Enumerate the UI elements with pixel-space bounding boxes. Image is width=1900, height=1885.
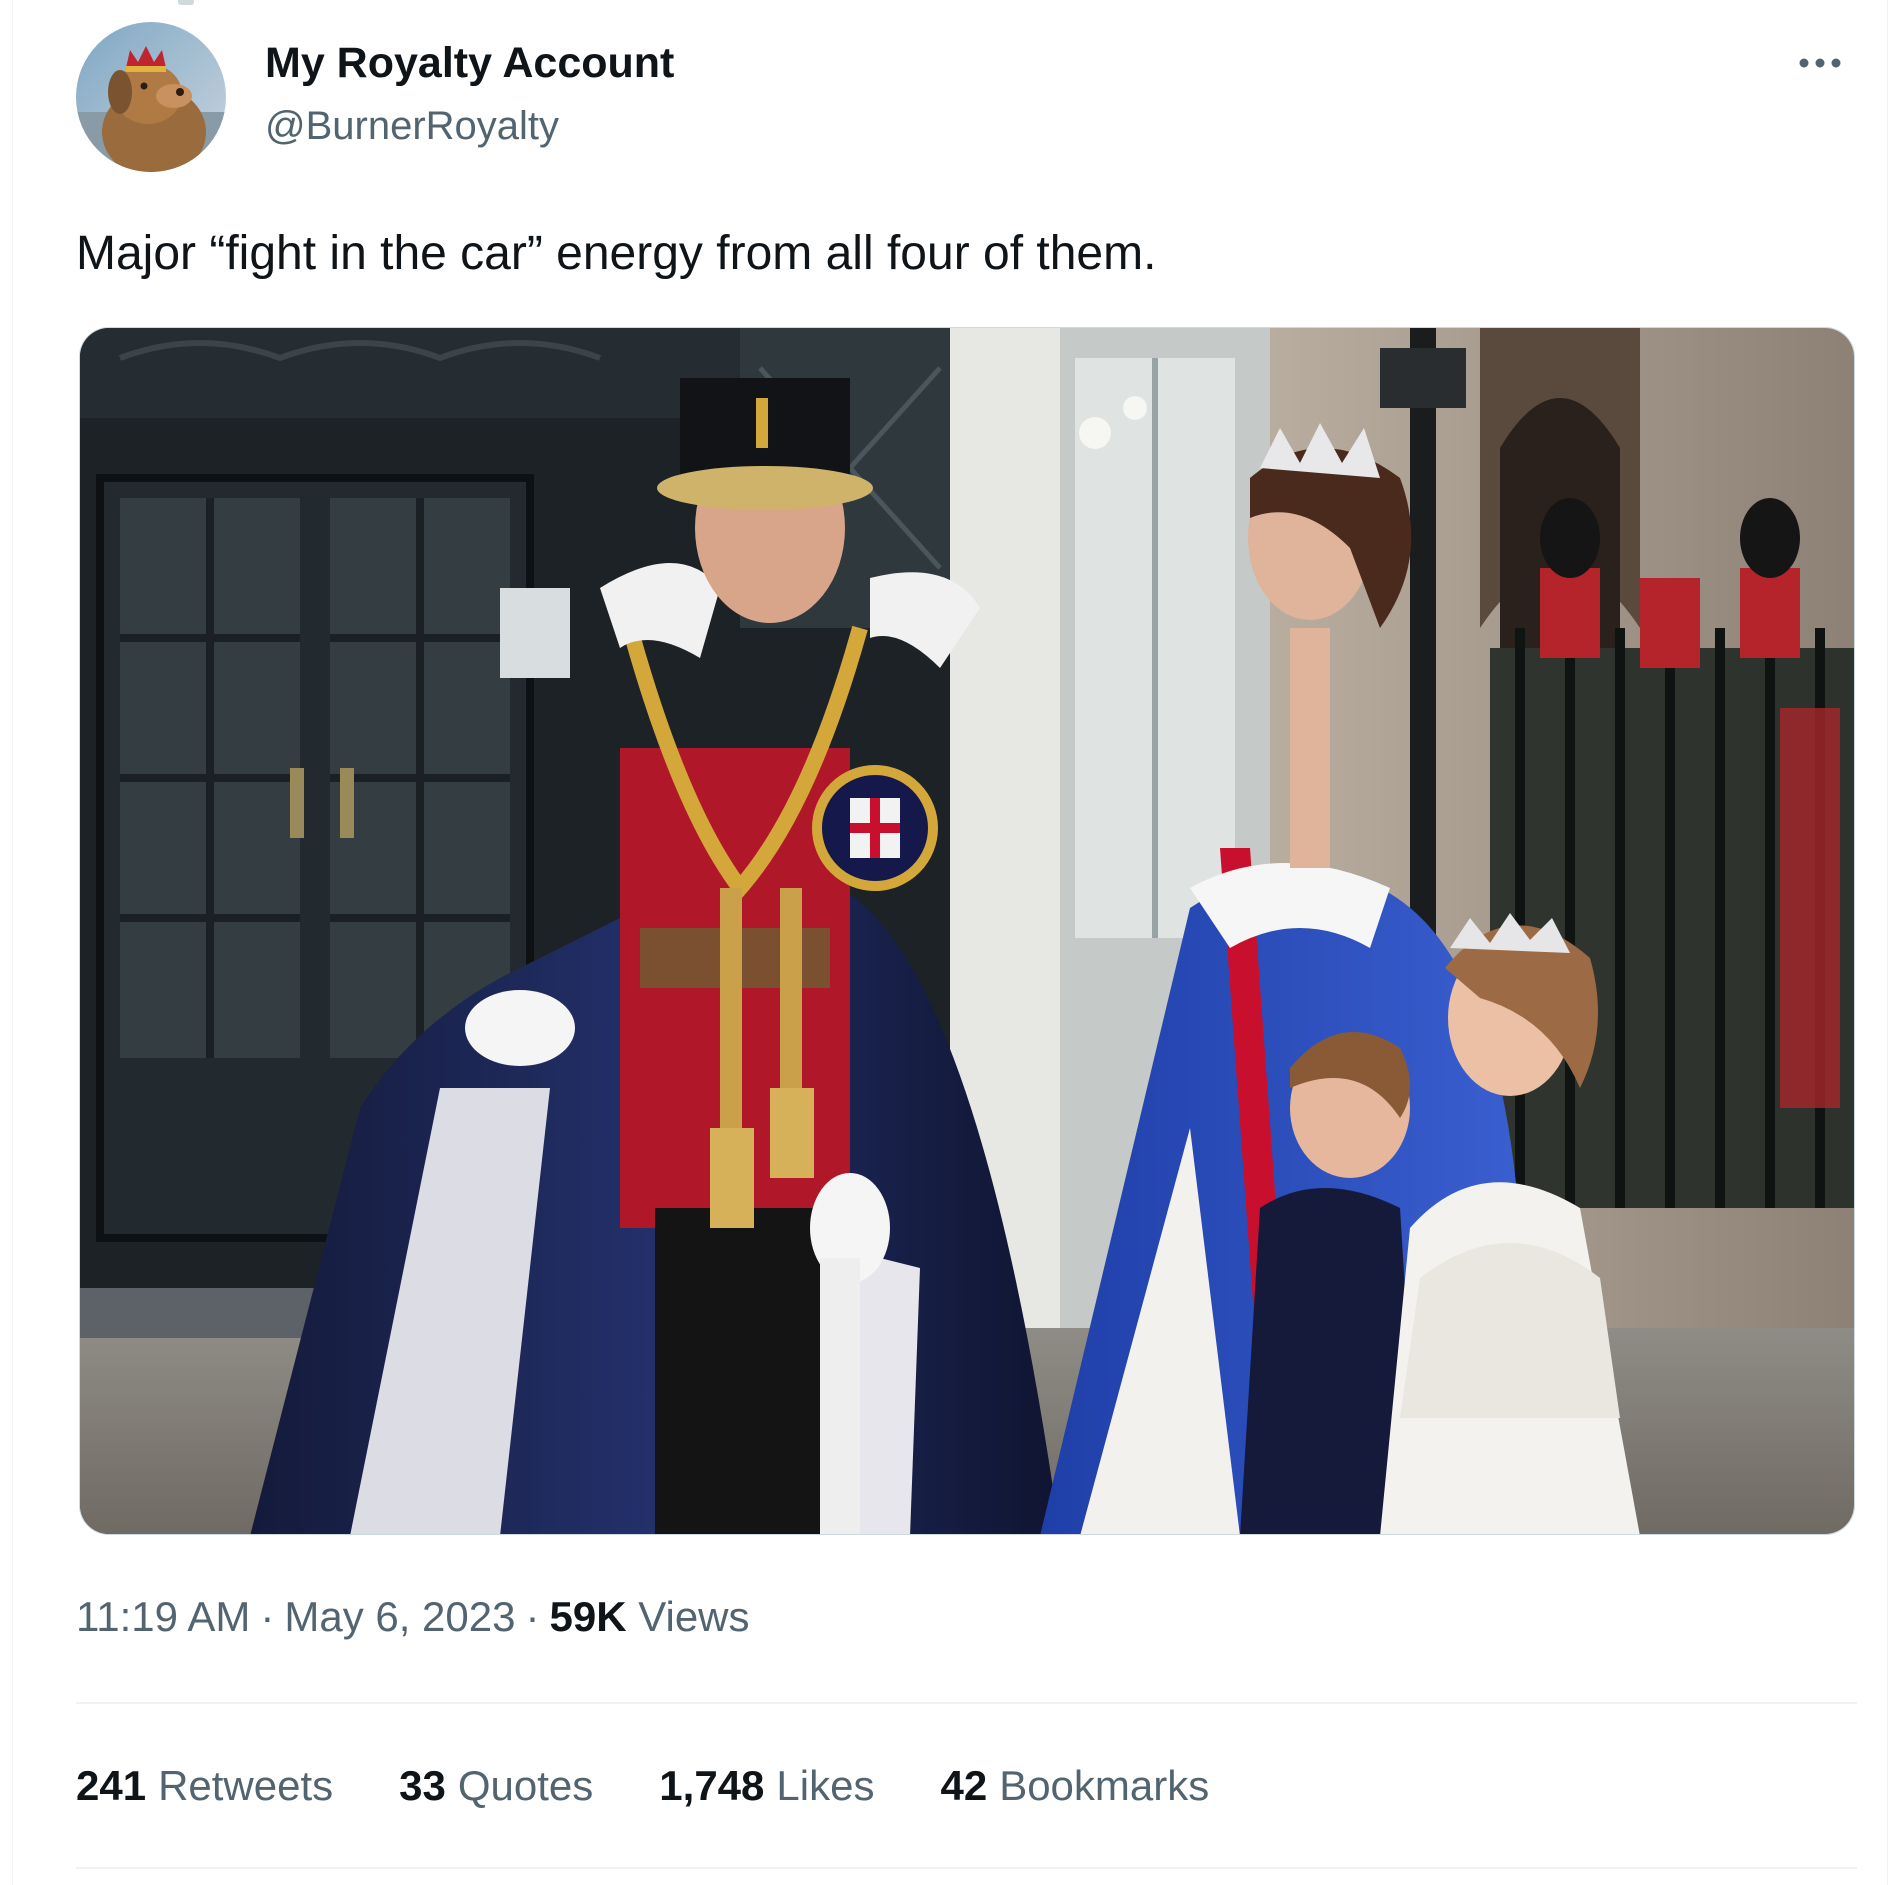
meta-separator: · bbox=[260, 1593, 275, 1640]
meta-separator: · bbox=[525, 1593, 540, 1640]
author-avatar[interactable] bbox=[76, 22, 226, 172]
views-count: 59K bbox=[549, 1593, 627, 1640]
divider bbox=[76, 1867, 1857, 1869]
tweet-timestamp[interactable]: 11:19 AM bbox=[76, 1593, 250, 1640]
engagement-stats: 241 Retweets 33 Quotes 1,748 Likes 42 Bookma… bbox=[76, 1760, 1275, 1812]
likes-stat[interactable]: 1,748 Likes bbox=[659, 1760, 874, 1812]
retweets-label: Retweets bbox=[158, 1762, 334, 1809]
tweet-card: My Royalty Account @BurnerRoyalty Major … bbox=[12, 0, 1888, 1885]
tweet-date[interactable]: May 6, 2023 bbox=[284, 1593, 515, 1640]
retweets-count: 241 bbox=[76, 1762, 147, 1809]
author-display-name[interactable]: My Royalty Account bbox=[265, 37, 674, 89]
crowned-dog-avatar-icon bbox=[76, 22, 226, 172]
bookmarks-count: 42 bbox=[940, 1762, 988, 1809]
tweet-text: Major “fight in the car” energy from all… bbox=[76, 227, 1157, 280]
quotes-label: Quotes bbox=[457, 1762, 594, 1809]
views-label: Views bbox=[638, 1593, 750, 1640]
retweets-stat[interactable]: 241 Retweets bbox=[76, 1760, 333, 1812]
tweet-meta: 11:19 AM · May 6, 2023 · 59K Views bbox=[76, 1591, 750, 1643]
author-handle[interactable]: @BurnerRoyalty bbox=[265, 101, 559, 151]
thread-connector bbox=[178, 0, 194, 5]
likes-label: Likes bbox=[776, 1762, 875, 1809]
quotes-count: 33 bbox=[399, 1762, 446, 1809]
likes-count: 1,748 bbox=[659, 1762, 765, 1809]
bookmarks-label: Bookmarks bbox=[999, 1762, 1210, 1809]
more-options-button[interactable] bbox=[1785, 38, 1855, 88]
bookmarks-stat[interactable]: 42 Bookmarks bbox=[940, 1760, 1209, 1812]
divider bbox=[76, 1702, 1857, 1704]
photo-royal-family-image bbox=[80, 328, 1854, 1534]
more-horizontal-icon bbox=[1799, 58, 1841, 68]
tweet-photo[interactable] bbox=[79, 327, 1855, 1535]
quotes-stat[interactable]: 33 Quotes bbox=[399, 1760, 593, 1812]
